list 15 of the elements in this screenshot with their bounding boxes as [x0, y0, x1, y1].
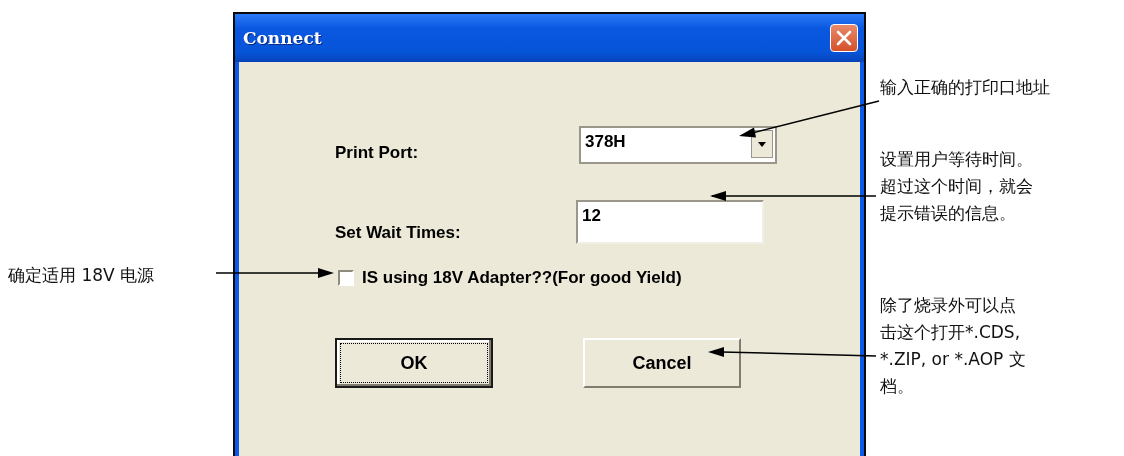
annotation-text: 除了烧录外可以点 击这个打开*.CDS, *.ZIP, or *.AOP 文 档。	[880, 294, 1026, 398]
field-label: Print Port:	[335, 142, 420, 163]
annotation-text: 输入正确的打印口地址	[880, 76, 1050, 99]
checkbox[interactable]	[338, 270, 354, 286]
close-icon	[836, 30, 852, 46]
checkbox-label: IS using 18V Adapter??(For good Yield)	[362, 268, 682, 288]
cancel-button[interactable]: Cancel	[583, 338, 741, 388]
port-dropdown[interactable]: 378H	[579, 126, 777, 164]
annotation-text: 设置用户等待时间。 超过这个时间，就会 提示错误的信息。	[880, 148, 1033, 225]
ok-button[interactable]: OK	[335, 338, 493, 388]
annotation-text: 确定适用 18V 电源	[8, 264, 155, 287]
input-field[interactable]: 12	[576, 200, 764, 244]
window-title: Connect	[243, 28, 322, 48]
field-label: Set Wait Times:	[335, 222, 462, 243]
close-button[interactable]	[830, 24, 858, 52]
